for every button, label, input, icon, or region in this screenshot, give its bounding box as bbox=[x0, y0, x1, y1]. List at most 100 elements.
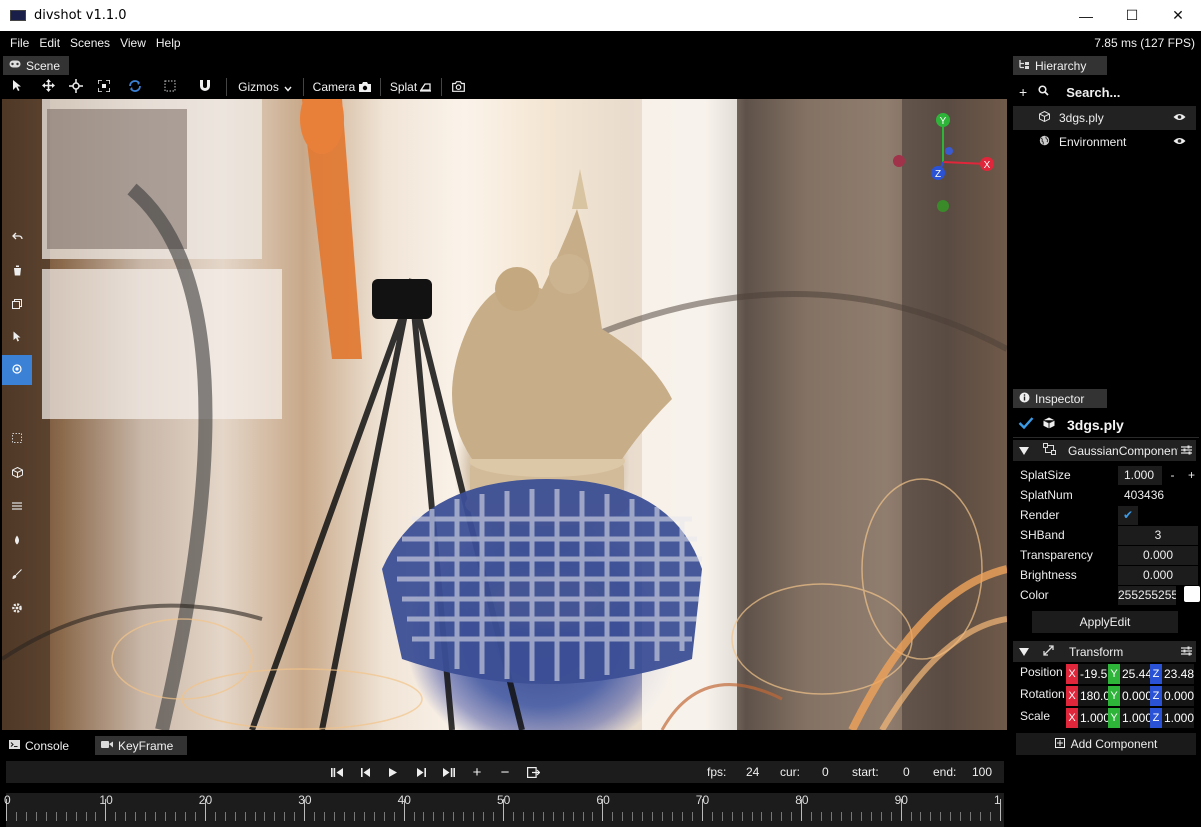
field-label: SHBand bbox=[1020, 528, 1065, 542]
move-tool-button[interactable] bbox=[34, 75, 62, 99]
dotted-rect-icon[interactable] bbox=[2, 423, 32, 453]
gaussian-component-header[interactable]: GaussianComponent bbox=[1013, 440, 1196, 461]
step-back-button[interactable] bbox=[354, 761, 376, 783]
sliders-icon[interactable] bbox=[1181, 645, 1192, 659]
timeline-tick bbox=[562, 812, 564, 821]
transform-position-x-input[interactable]: X -19.5 bbox=[1066, 664, 1108, 684]
brush-icon[interactable] bbox=[2, 559, 32, 589]
transform-scale-x-input[interactable]: X 1.000 bbox=[1066, 708, 1108, 728]
transform-component-header[interactable]: Transform bbox=[1013, 641, 1196, 662]
timeline-tick bbox=[145, 812, 147, 821]
scene-viewport[interactable]: Y X Z bbox=[2, 99, 1007, 730]
render-checkbox[interactable]: ✔ bbox=[1118, 505, 1138, 525]
hierarchy-item-label: 3dgs.ply bbox=[1059, 111, 1104, 125]
transform-position-y-input[interactable]: Y 25.44 bbox=[1108, 664, 1150, 684]
select-tool-button[interactable] bbox=[0, 75, 34, 99]
color-swatch[interactable] bbox=[1184, 586, 1200, 602]
step-forward-button[interactable] bbox=[410, 761, 432, 783]
transform-rotation-z-input[interactable]: Z 0.000 bbox=[1150, 686, 1194, 706]
maximize-button[interactable]: ☐ bbox=[1109, 0, 1155, 31]
axis-value: 1.000 bbox=[1078, 708, 1108, 728]
sliders-icon[interactable] bbox=[1181, 444, 1192, 458]
eye-icon[interactable] bbox=[1173, 136, 1186, 148]
menu-file[interactable]: File bbox=[5, 36, 34, 50]
local-space-toggle[interactable] bbox=[118, 75, 152, 99]
menu-help[interactable]: Help bbox=[151, 36, 186, 50]
camera-label: Camera bbox=[312, 80, 356, 94]
transform-rotation-y-input[interactable]: Y 0.000 bbox=[1108, 686, 1150, 706]
scale-tool-button[interactable] bbox=[90, 75, 118, 99]
minimize-button[interactable]: — bbox=[1063, 0, 1109, 31]
timeline-tick bbox=[433, 812, 435, 821]
transform-position-z-input[interactable]: Z 23.48 bbox=[1150, 664, 1194, 684]
apply-edit-button[interactable]: ApplyEdit bbox=[1032, 611, 1178, 633]
hierarchy-item-3dgs[interactable]: 3dgs.ply bbox=[1013, 106, 1196, 130]
timeline-tick bbox=[363, 812, 365, 821]
transform-rotation-x-input[interactable]: X 180.0 bbox=[1066, 686, 1108, 706]
tab-inspector[interactable]: Inspector bbox=[1013, 389, 1107, 408]
gizmos-dropdown[interactable]: Gizmos bbox=[231, 75, 299, 99]
search-input[interactable]: Search... bbox=[1066, 85, 1120, 100]
end-input[interactable]: 100 bbox=[972, 765, 992, 779]
tab-hierarchy[interactable]: Hierarchy bbox=[1013, 56, 1107, 75]
tab-scene[interactable]: Scene bbox=[3, 56, 69, 75]
export-icon[interactable] bbox=[522, 761, 544, 783]
camera-button[interactable]: Camera bbox=[308, 75, 376, 99]
trash-icon[interactable] bbox=[2, 255, 32, 285]
box-icon[interactable] bbox=[2, 457, 32, 487]
screenshot-button[interactable] bbox=[446, 75, 470, 99]
remove-keyframe-button[interactable]: − bbox=[495, 761, 515, 783]
eye-icon[interactable] bbox=[1173, 112, 1186, 124]
play-button[interactable] bbox=[382, 761, 404, 783]
cur-input[interactable]: 0 bbox=[822, 765, 829, 779]
rotate-tool-button[interactable] bbox=[62, 75, 90, 99]
transform-scale-y-input[interactable]: Y 1.000 bbox=[1108, 708, 1150, 728]
sphere-select-tool[interactable] bbox=[2, 355, 32, 385]
tab-console[interactable]: Console bbox=[3, 736, 93, 755]
tab-keyframe-label: KeyFrame bbox=[118, 738, 174, 753]
layers-icon[interactable] bbox=[2, 491, 32, 521]
transform-scale-z-input[interactable]: Z 1.000 bbox=[1150, 708, 1194, 728]
pointer-icon[interactable] bbox=[2, 321, 32, 351]
splat-size-increment-button[interactable]: + bbox=[1182, 466, 1201, 485]
svg-text:X: X bbox=[984, 160, 991, 171]
timeline-tick bbox=[771, 812, 773, 821]
timeline-tick bbox=[711, 812, 713, 821]
enabled-checkbox[interactable] bbox=[1018, 416, 1034, 433]
fps-input[interactable]: 24 bbox=[746, 765, 759, 779]
axis-value: -19.5 bbox=[1078, 664, 1108, 684]
box-select-button[interactable] bbox=[152, 75, 188, 99]
skip-to-start-button[interactable] bbox=[326, 761, 348, 783]
keyframe-timeline[interactable]: 0 10 20 30 40 50 60 70 80 90 1 bbox=[4, 793, 1004, 827]
splat-button[interactable]: Splat bbox=[385, 75, 437, 99]
menu-scenes[interactable]: Scenes bbox=[65, 36, 115, 50]
add-keyframe-button[interactable]: + bbox=[467, 761, 487, 783]
splat-size-decrement-button[interactable]: - bbox=[1163, 466, 1182, 485]
timeline-tick bbox=[174, 812, 176, 821]
copy-icon[interactable] bbox=[2, 289, 32, 319]
paint-drop-icon[interactable] bbox=[2, 525, 32, 555]
shband-input[interactable]: 3 bbox=[1118, 525, 1198, 545]
add-component-button[interactable]: Add Component bbox=[1016, 733, 1196, 755]
splat-size-input[interactable]: 1.000 bbox=[1118, 465, 1162, 485]
menu-view[interactable]: View bbox=[115, 36, 151, 50]
timeline-tick-label: 20 bbox=[198, 793, 213, 807]
settings-gear-icon[interactable] bbox=[2, 593, 32, 623]
start-input[interactable]: 0 bbox=[903, 765, 910, 779]
hierarchy-item-environment[interactable]: Environment bbox=[1013, 130, 1196, 154]
transparency-slider[interactable]: 0.000 bbox=[1118, 545, 1198, 565]
add-entity-icon[interactable]: + bbox=[1019, 84, 1027, 100]
snap-toggle[interactable] bbox=[188, 75, 222, 99]
tab-keyframe[interactable]: KeyFrame bbox=[95, 736, 187, 755]
timeline-tick bbox=[761, 812, 763, 821]
color-rgb-input[interactable]: 255255255 bbox=[1118, 585, 1176, 605]
timeline-tick bbox=[791, 812, 793, 821]
gaussian-node-icon bbox=[1043, 443, 1056, 458]
skip-to-end-button[interactable] bbox=[438, 761, 460, 783]
undo-icon[interactable] bbox=[2, 221, 32, 251]
timeline-tick bbox=[831, 812, 833, 821]
brightness-slider[interactable]: 0.000 bbox=[1118, 565, 1198, 585]
menu-edit[interactable]: Edit bbox=[34, 36, 65, 50]
transform-row-label: Rotation bbox=[1020, 687, 1064, 701]
close-button[interactable]: ✕ bbox=[1155, 0, 1201, 31]
